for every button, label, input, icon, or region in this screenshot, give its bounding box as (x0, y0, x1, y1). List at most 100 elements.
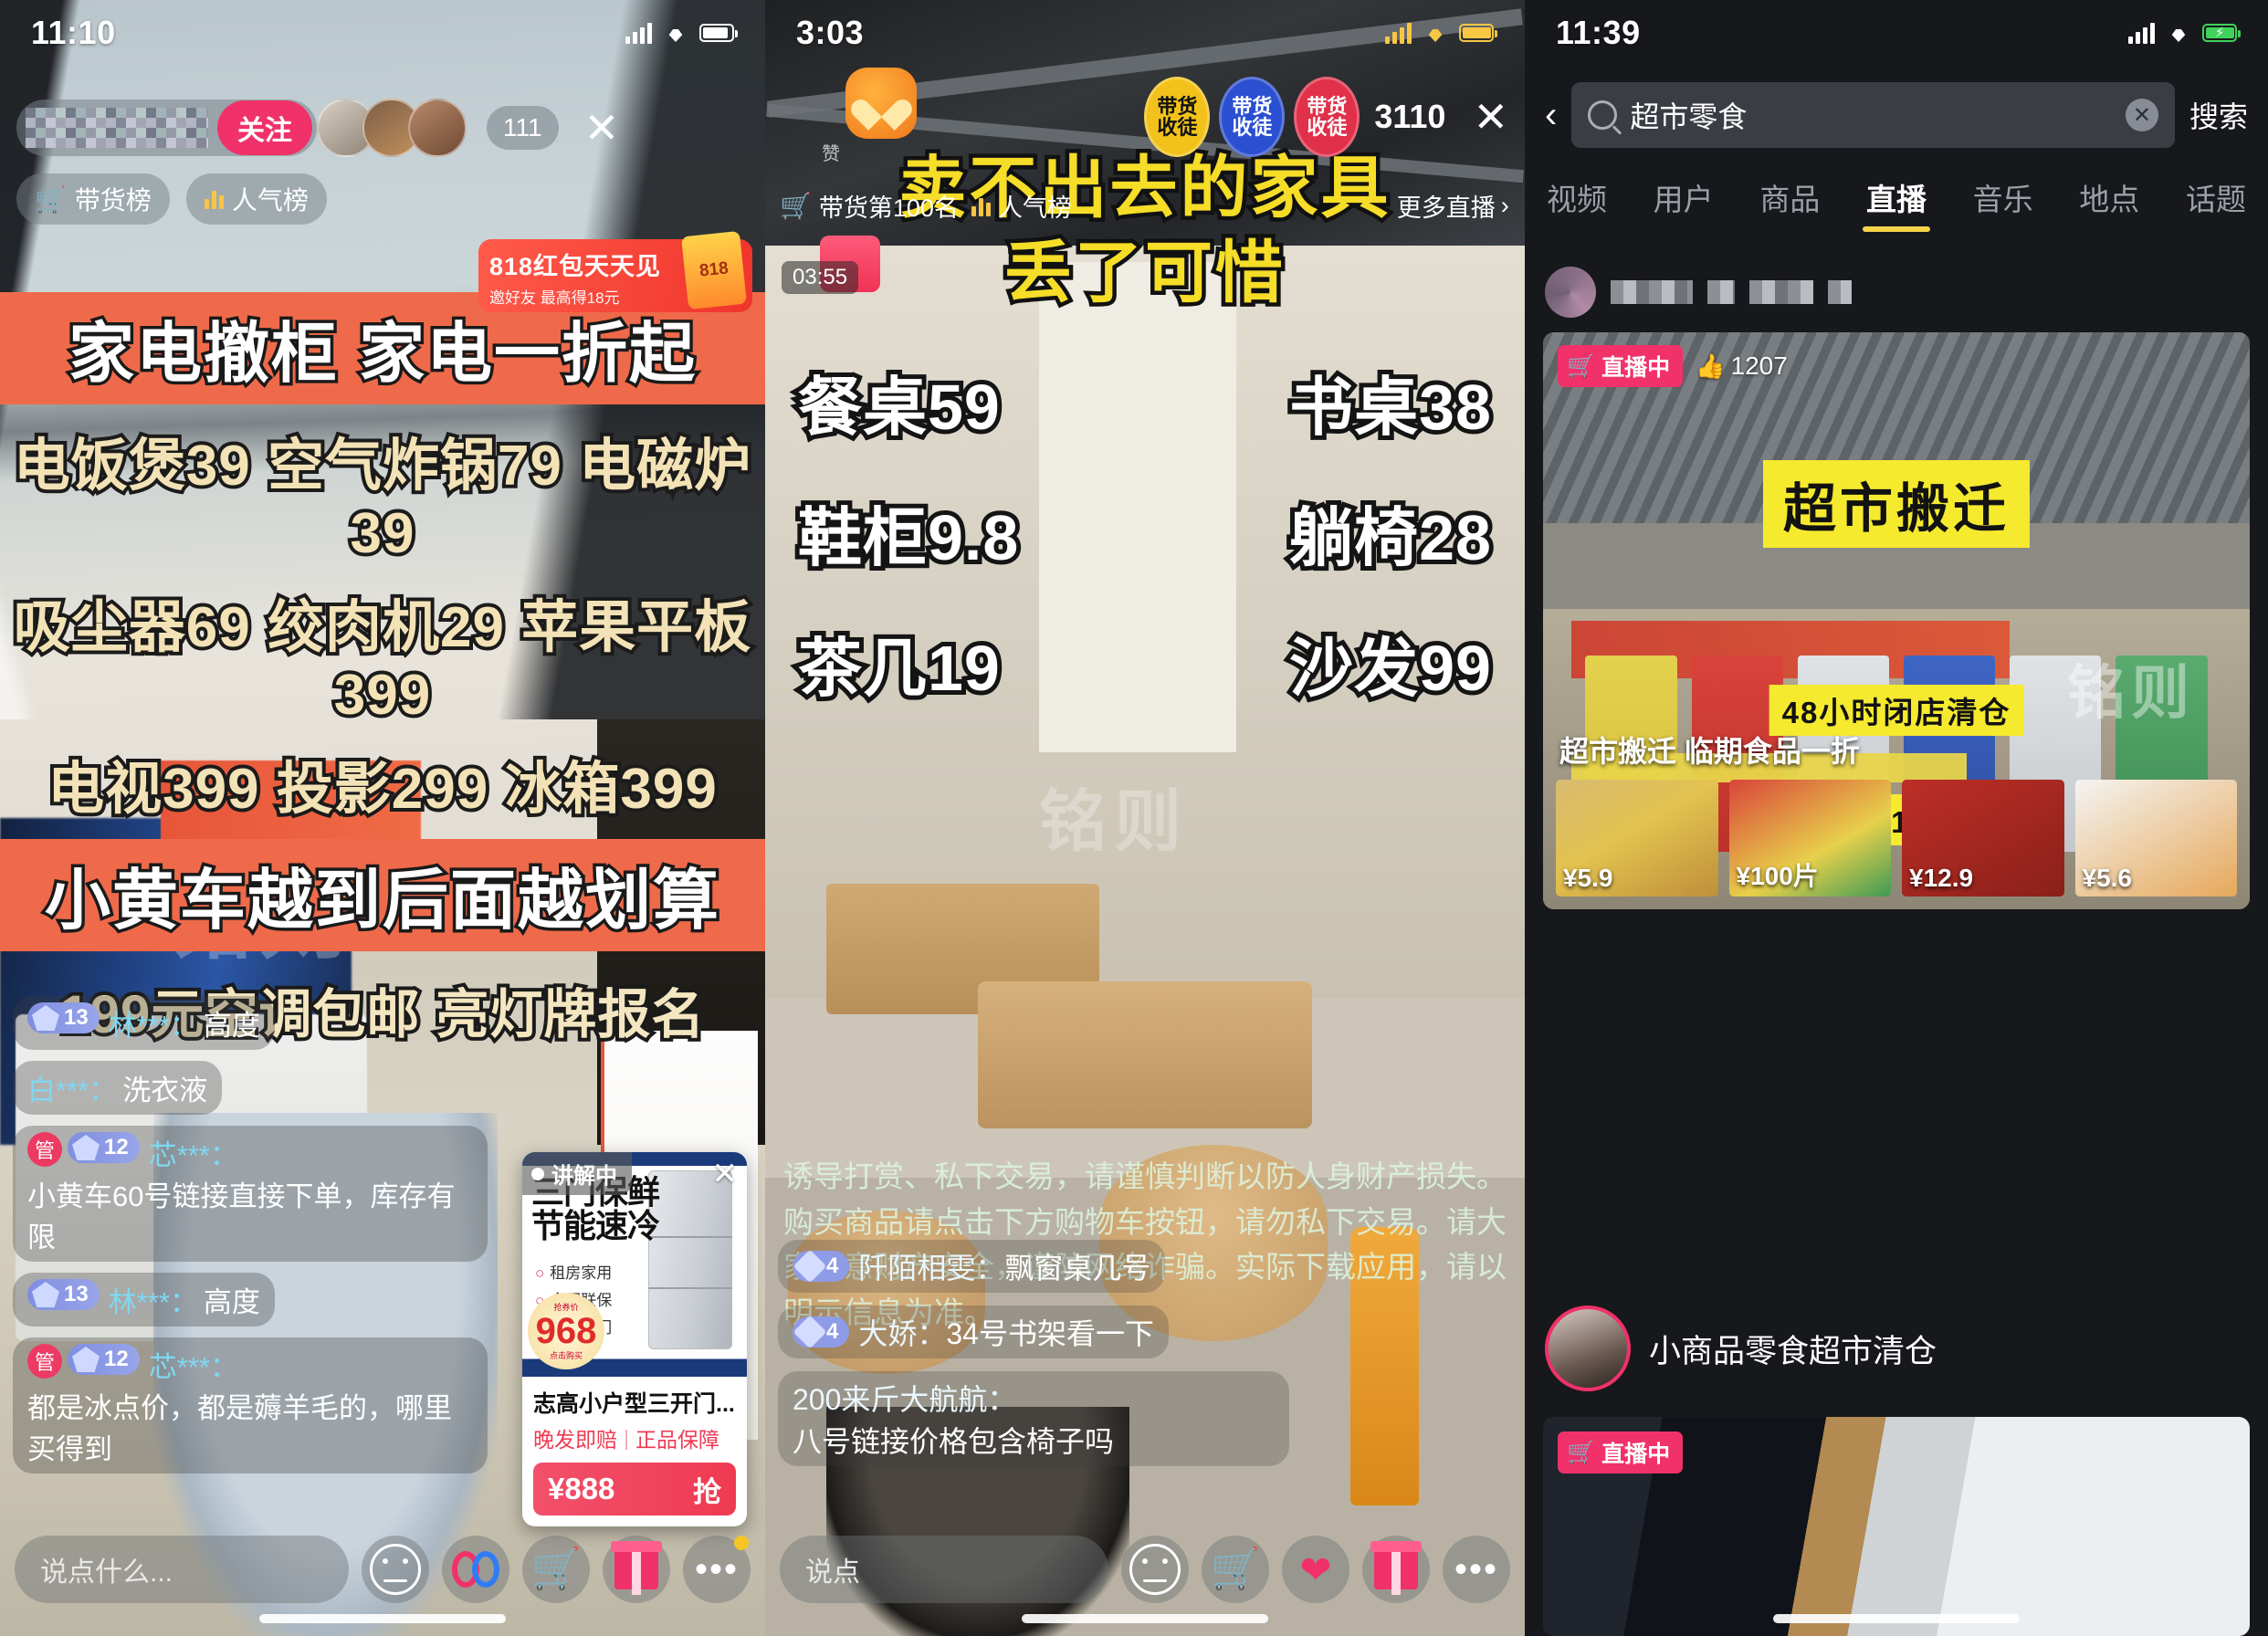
rank-popularity-button[interactable]: 人气榜 (185, 173, 327, 225)
battery-icon (699, 24, 738, 42)
close-icon[interactable]: ✕ (1473, 96, 1508, 138)
list-item: 管 12 芯***： 小黄车60号链接直接下单，库存有限 (13, 1126, 488, 1262)
thumb-up-icon: 👍 (1696, 351, 1726, 380)
more-button[interactable]: ••• (1443, 1536, 1510, 1603)
emoji-button[interactable] (1121, 1536, 1189, 1603)
list-item: 4 大娇： 34号书架看一下 (778, 1306, 1169, 1358)
comment-author: 阡陌相雯： (858, 1252, 1005, 1285)
promo-overlay: 卖不出去的家具 丢了可惜 (765, 146, 1525, 315)
live-result-card-2[interactable]: 🛒 直播中 (1543, 1417, 2250, 1636)
follow-button[interactable]: 关注 (217, 100, 312, 155)
product-title: 志高小户型三开门... (533, 1391, 735, 1417)
more-live-button[interactable]: 更多直播 › (1397, 188, 1509, 224)
share-button[interactable] (442, 1536, 509, 1603)
bar-chart-icon (204, 189, 224, 209)
status-clock: 3:03 (796, 14, 865, 51)
emoji-button[interactable] (362, 1536, 429, 1603)
heart-icon: ❤ (1299, 1547, 1332, 1591)
like-count: 👍 1207 (1696, 351, 1788, 381)
comment-text: 高度 (203, 1010, 260, 1042)
comment-placeholder: 说点什么... (40, 1557, 173, 1588)
account-row[interactable] (1545, 267, 1852, 318)
channel-row[interactable]: 小商品零食超市清仓 (1545, 1306, 1937, 1391)
product-guarantees: 晚发即赔 | 正品保障 (533, 1425, 719, 1452)
redpacket-banner[interactable]: 818红包天天见 邀好友 最高得18元 818 (478, 230, 752, 312)
search-value: 超市零食 (1630, 100, 1748, 133)
level-badge: 4 (793, 1315, 850, 1349)
signal-bars-icon (2128, 22, 2155, 44)
comment-list: 13 林***： 高度 白***： 洗衣液 管 12 芯***： 小黄车60号链… (13, 985, 488, 1473)
rank-pills: 🛒 带货第100名 人气榜 更多直播 › (780, 188, 1509, 224)
search-submit-button[interactable]: 搜索 (2189, 94, 2248, 136)
home-indicator (1022, 1614, 1268, 1623)
like-button[interactable]: ❤ (1282, 1536, 1349, 1603)
comment-text: 小黄车60号链接直接下单，库存有限 (27, 1180, 456, 1253)
price-badge: 抢券价 968 点击购买 (528, 1293, 604, 1369)
status-clock: 11:10 (31, 14, 116, 51)
search-row: ‹ 超市零食 ✕ 搜索 (1525, 77, 2268, 153)
rank-popularity-button[interactable]: 人气榜 (971, 188, 1072, 224)
panel-live-furniture: 3:03 赞 带货 收徒 带货 收徒 带货 收徒 3110 ✕ 🛒 带货第100名 人… (765, 0, 1525, 1636)
tab-topic[interactable]: 话题 (2186, 175, 2246, 230)
live-header-row: 带货 收徒 带货 收徒 带货 收徒 3110 ✕ (765, 77, 1525, 157)
tab-user[interactable]: 用户 (1654, 175, 1714, 230)
status-icons: ⚡ (2128, 22, 2241, 44)
fridge-illustration (648, 1170, 732, 1349)
more-button[interactable]: ••• (683, 1536, 751, 1603)
list-item: 管 12 芯***： 都是冰点价，都是薅羊毛的，哪里买得到 (13, 1337, 488, 1473)
comment-author: 林***： (108, 1286, 198, 1318)
token-badge[interactable]: 带货 收徒 (1219, 77, 1286, 157)
rank-sales-button[interactable]: 🛒 带货第100名 (780, 188, 959, 224)
chevron-left-icon[interactable]: ‹ (1545, 97, 1557, 133)
cart-icon: 🛒 (35, 184, 67, 214)
emoji-icon (370, 1544, 421, 1595)
product-thumb[interactable]: ¥12.9 (1902, 780, 2064, 897)
product-thumb[interactable]: ¥5.9 (1556, 780, 1718, 897)
close-icon[interactable]: ✕ (584, 107, 620, 149)
clear-icon[interactable]: ✕ (2125, 99, 2158, 131)
live-result-card[interactable]: 🛒 直播中 👍 1207 超市搬迁 48小时闭店清仓 10元=10件 铭则 超市… (1543, 332, 2250, 909)
product-card[interactable]: 三门保鲜 节能速冷 租房家用 全国联保 送货上门 抢券价 968 点击购买 讲解… (522, 1152, 747, 1526)
product-thumb[interactable]: ¥100片 (1728, 780, 1891, 897)
avatar (1545, 267, 1596, 318)
list-item: 13 林***： 高度 (13, 1273, 275, 1327)
close-icon[interactable]: ✕ (712, 1156, 739, 1192)
battery-charging-icon: ⚡ (2202, 24, 2241, 42)
tab-location[interactable]: 地点 (2079, 175, 2139, 230)
rank-sales-button[interactable]: 🛒 带货榜 (16, 173, 170, 225)
gift-button[interactable] (603, 1536, 670, 1603)
token-badge[interactable]: 带货 收徒 (1294, 77, 1360, 157)
result-tabs: 视频 用户 商品 直播 音乐 地点 话题 (1525, 170, 2268, 236)
gem-icon (32, 1282, 59, 1307)
gift-icon (611, 1541, 662, 1589)
product-thumb[interactable]: ¥5.6 (2074, 780, 2237, 897)
tab-video[interactable]: 视频 (1547, 175, 1607, 230)
comment-input[interactable]: 说点什么... (15, 1536, 349, 1603)
rank-label: 带货榜 (74, 186, 152, 215)
comment-text: 八号链接价格包含椅子吗 (793, 1425, 1115, 1458)
token-badge[interactable]: 带货 收徒 (1144, 77, 1211, 157)
admin-badge: 管 (27, 1344, 62, 1379)
viewer-avatars[interactable] (317, 99, 467, 157)
host-pill[interactable]: 关注 (16, 100, 317, 156)
chevron-right-icon: › (1500, 192, 1509, 219)
comment-author: 200来斤大航航： (793, 1383, 1017, 1416)
promo-price-grid: 餐桌59 书桌38 鞋柜9.8 躺椅28 茶几19 沙发99 (765, 356, 1525, 709)
list-item: 4 阡陌相雯： 飘窗桌几号 (778, 1240, 1166, 1293)
list-item: 13 林***： 高度 (13, 996, 275, 1050)
comment-text: 高度 (203, 1286, 260, 1318)
product-price: ¥888 (548, 1472, 615, 1505)
comment-input[interactable]: 说点 (780, 1536, 1108, 1603)
status-clock: 11:39 (1556, 14, 1641, 51)
comment-text: 飘窗桌几号 (1004, 1252, 1151, 1285)
signal-bars-icon (625, 22, 652, 44)
rank-pills: 🛒 带货榜 人气榜 (16, 173, 327, 225)
search-input[interactable]: 超市零食 ✕ (1571, 82, 2175, 148)
shop-button[interactable]: 🛒 (522, 1536, 590, 1603)
tab-live[interactable]: 直播 (1866, 175, 1927, 230)
gift-button[interactable] (1362, 1536, 1430, 1603)
shop-button[interactable]: 🛒 (1202, 1536, 1269, 1603)
tab-music[interactable]: 音乐 (1973, 175, 2033, 230)
promo-item: 餐桌59 (793, 367, 1004, 447)
tab-product[interactable]: 商品 (1759, 175, 1820, 230)
